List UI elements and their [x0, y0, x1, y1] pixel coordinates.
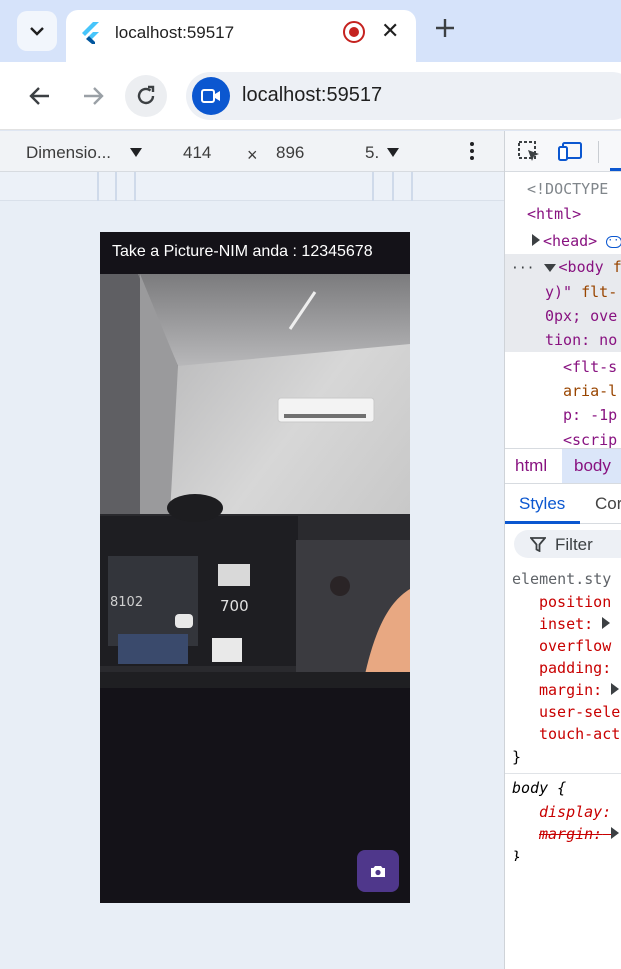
- svg-text:8102: 8102: [110, 595, 143, 610]
- times-label: ×: [247, 145, 258, 165]
- dropdown-arrow-icon[interactable]: [130, 148, 142, 157]
- tab-computed[interactable]: Cor: [595, 494, 621, 514]
- more-vert-icon[interactable]: [469, 142, 475, 162]
- tab-title: localhost:59517: [115, 23, 235, 42]
- styles-pane: element.sty position inset: overflow pad…: [505, 561, 621, 861]
- reload-icon: [137, 85, 155, 105]
- device-screen: Take a Picture-NIM anda : 12345678 8102 …: [100, 232, 410, 903]
- breadcrumb: html body: [505, 448, 621, 484]
- chevron-down-icon: [30, 27, 44, 36]
- separator: [598, 141, 599, 163]
- height-input[interactable]: 896: [276, 143, 304, 163]
- svg-text:700: 700: [220, 597, 249, 615]
- collapse-arrow-icon[interactable]: [543, 264, 556, 272]
- plus-icon: [436, 19, 454, 37]
- dom-body-style-2: tion: no: [545, 331, 618, 349]
- tab-styles[interactable]: Styles: [519, 494, 565, 514]
- dom-tree: <!DOCTYPE <html> <head> ··· ··· <body fl…: [505, 172, 621, 448]
- video-camera-icon: [201, 89, 220, 103]
- filter-icon: [530, 537, 546, 552]
- body-selector: body {: [512, 779, 567, 797]
- arrow-left-icon: [29, 87, 49, 105]
- element-style-selector: element.sty: [512, 570, 612, 588]
- inspect-element-icon[interactable]: [517, 140, 543, 164]
- style-prop[interactable]: inset:: [539, 613, 613, 635]
- style-prop-name: inset:: [539, 615, 594, 633]
- camera-icon: [371, 865, 385, 877]
- address-bar[interactable]: localhost:59517: [186, 72, 621, 120]
- styles-tabs: Styles Cor: [505, 484, 621, 524]
- dom-head-row[interactable]: <head> ···: [532, 229, 621, 253]
- devtools-toolbar: [505, 131, 621, 172]
- reload-button[interactable]: [125, 75, 167, 117]
- url-text: localhost:59517: [242, 84, 383, 106]
- style-prop[interactable]: margin:: [539, 679, 621, 701]
- zoom-dropdown[interactable]: 5.: [365, 143, 379, 163]
- back-button[interactable]: [19, 75, 61, 117]
- tab-search-button[interactable]: [17, 11, 57, 51]
- width-input[interactable]: 414: [183, 143, 211, 163]
- media-query-ruler: [0, 172, 504, 201]
- breadcrumb-body[interactable]: body: [562, 449, 621, 483]
- dom-flt-tag[interactable]: <flt-s: [563, 355, 617, 379]
- rule-divider: [505, 773, 621, 774]
- new-tab-button[interactable]: [430, 15, 460, 45]
- tab-strip: localhost:59517 ✕: [0, 0, 621, 62]
- style-prop[interactable]: overflow: [539, 635, 611, 657]
- dom-flt-attr: aria-l: [563, 382, 618, 400]
- expand-arrow-icon[interactable]: [532, 234, 540, 246]
- devtools-panel: <!DOCTYPE <html> <head> ··· ··· <body fl…: [504, 131, 621, 969]
- dom-doctype[interactable]: <!DOCTYPE: [527, 177, 608, 201]
- dom-body-attr: fl: [612, 258, 621, 276]
- forward-button[interactable]: [72, 75, 114, 117]
- style-prop[interactable]: padding:: [539, 657, 611, 679]
- dimensions-dropdown[interactable]: Dimensio...: [26, 143, 111, 163]
- dom-body-attr-2: flt-: [572, 283, 618, 301]
- closing-brace: }: [512, 748, 522, 766]
- app-bar: Take a Picture-NIM anda : 12345678: [100, 232, 410, 274]
- dom-body-row[interactable]: ··· <body fl: [511, 255, 621, 279]
- style-prop[interactable]: user-sele: [539, 701, 620, 723]
- style-prop-name: margin:: [539, 681, 603, 699]
- filter-placeholder: Filter: [555, 535, 593, 554]
- styles-filter-input[interactable]: Filter: [514, 530, 621, 558]
- site-info-button[interactable]: [192, 77, 230, 115]
- dropdown-arrow-icon[interactable]: [387, 148, 399, 157]
- camera-preview: 8102 700: [100, 274, 410, 688]
- arrow-right-icon: [84, 87, 104, 105]
- flutter-icon: [82, 22, 99, 44]
- more-dots-icon[interactable]: ···: [511, 261, 534, 276]
- dom-body-attr-value: y)": [545, 283, 573, 301]
- dom-script[interactable]: <scrip: [563, 428, 617, 448]
- browser-toolbar: localhost:59517: [0, 62, 621, 130]
- active-tab-indicator: [505, 521, 580, 524]
- device-toolbar: Dimensio... 414 × 896 5.: [0, 131, 504, 172]
- recording-icon: [343, 21, 365, 43]
- elements-tab-indicator[interactable]: [610, 168, 621, 171]
- style-prop[interactable]: margin:: [539, 823, 621, 845]
- dom-body-tag: <body: [558, 258, 604, 276]
- expand-arrow-icon[interactable]: [611, 683, 620, 695]
- expand-arrow-icon[interactable]: [602, 617, 611, 629]
- style-prop[interactable]: touch-act: [539, 723, 620, 745]
- dom-body-row-2: y)" flt-: [545, 280, 617, 304]
- device-toggle-icon[interactable]: [558, 140, 584, 164]
- closing-brace: }: [512, 848, 522, 861]
- take-picture-button[interactable]: [357, 850, 399, 892]
- style-prop[interactable]: position: [539, 591, 611, 613]
- dom-flt-style: p: -1p: [563, 406, 618, 424]
- style-prop-name: margin:: [539, 825, 603, 843]
- dom-body-style-1: 0px; ove: [545, 307, 618, 325]
- dom-html[interactable]: <html>: [527, 202, 581, 226]
- browser-tab[interactable]: localhost:59517 ✕: [66, 10, 416, 62]
- expand-arrow-icon[interactable]: [611, 827, 620, 839]
- style-prop[interactable]: display:: [539, 801, 611, 823]
- close-icon[interactable]: ✕: [381, 19, 399, 43]
- breadcrumb-html[interactable]: html: [515, 449, 547, 483]
- ellipsis-icon[interactable]: ···: [606, 235, 621, 248]
- dom-head: <head>: [543, 232, 598, 250]
- camera-image: 8102 700: [100, 274, 410, 688]
- app-title: Take a Picture-NIM anda : 12345678: [112, 243, 373, 260]
